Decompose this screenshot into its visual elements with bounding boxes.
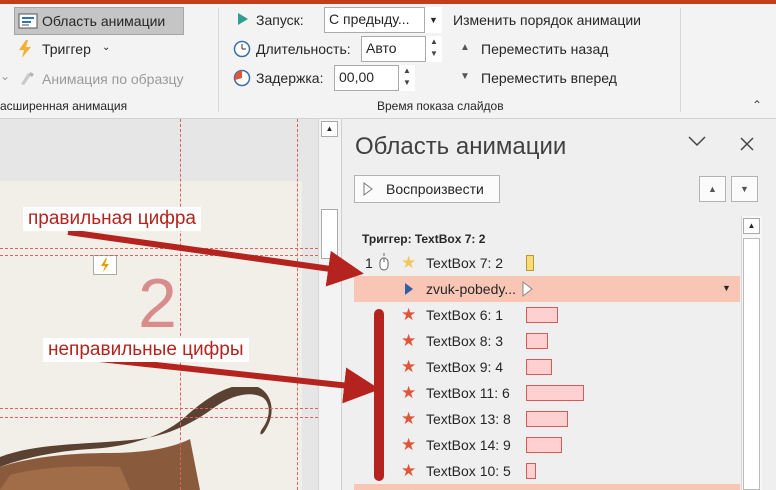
arrow-correct	[67, 229, 364, 287]
annotation-wrong-label: неправильные цифры	[43, 338, 249, 362]
annotation-correct-label: правильная цифра	[23, 207, 202, 231]
annotation-arrows	[67, 229, 384, 481]
